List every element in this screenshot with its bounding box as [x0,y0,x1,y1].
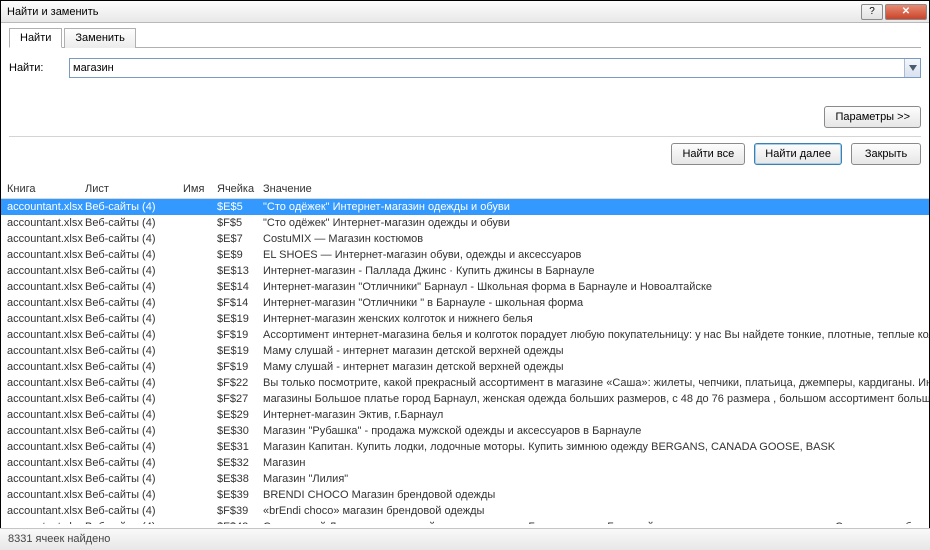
find-combo [69,58,921,78]
find-next-button[interactable]: Найти далее [754,143,842,165]
table-row[interactable]: accountant.xlsxВеб-сайты (4)$E$7CostuMIX… [1,231,929,247]
table-row[interactable]: accountant.xlsxВеб-сайты (4)$F$22Вы толь… [1,375,929,391]
tab-replace[interactable]: Заменить [64,28,135,48]
search-panel: Найти Заменить Найти: Параметры >> Найти… [1,23,929,171]
results-grid[interactable]: accountant.xlsxВеб-сайты (4)$E$5"Сто одё… [1,199,929,524]
table-row[interactable]: accountant.xlsxВеб-сайты (4)$E$14Интерне… [1,279,929,295]
table-row[interactable]: accountant.xlsxВеб-сайты (4)$E$19Интерне… [1,311,929,327]
col-book[interactable]: Книга [7,183,85,195]
help-button[interactable]: ? [861,4,883,20]
table-row[interactable]: accountant.xlsxВеб-сайты (4)$E$5"Сто одё… [1,199,929,215]
table-row[interactable]: accountant.xlsxВеб-сайты (4)$F$14Интерне… [1,295,929,311]
table-row[interactable]: accountant.xlsxВеб-сайты (4)$F$27магазин… [1,391,929,407]
table-row[interactable]: accountant.xlsxВеб-сайты (4)$F$5"Сто одё… [1,215,929,231]
chevron-down-icon [909,65,917,71]
results-header: Книга Лист Имя Ячейка Значение [1,180,929,199]
status-text: 8331 ячеек найдено [8,533,110,545]
find-all-button[interactable]: Найти все [671,143,745,165]
table-row[interactable]: accountant.xlsxВеб-сайты (4)$F$39«brEndi… [1,503,929,519]
table-row[interactable]: accountant.xlsxВеб-сайты (4)$E$9EL SHOES… [1,247,929,263]
col-sheet[interactable]: Лист [85,183,183,195]
table-row[interactable]: accountant.xlsxВеб-сайты (4)$E$29Интерне… [1,407,929,423]
table-row[interactable]: accountant.xlsxВеб-сайты (4)$F$19Ассорти… [1,327,929,343]
tab-strip: Найти Заменить [9,27,921,48]
table-row[interactable]: accountant.xlsxВеб-сайты (4)$F$19Маму сл… [1,359,929,375]
table-row[interactable]: accountant.xlsxВеб-сайты (4)$F$42Спортив… [1,519,929,524]
status-bar: 8331 ячеек найдено [0,528,930,550]
find-label: Найти: [9,62,69,74]
table-row[interactable]: accountant.xlsxВеб-сайты (4)$E$38Магазин… [1,471,929,487]
table-row[interactable]: accountant.xlsxВеб-сайты (4)$E$32Магазин [1,455,929,471]
close-button[interactable]: Закрыть [851,143,921,165]
tab-find[interactable]: Найти [9,28,62,48]
close-window-button[interactable]: ✕ [885,4,927,20]
table-row[interactable]: accountant.xlsxВеб-сайты (4)$E$30Магазин… [1,423,929,439]
table-row[interactable]: accountant.xlsxВеб-сайты (4)$E$19Маму сл… [1,343,929,359]
title-bar: Найти и заменить ? ✕ [1,1,929,23]
options-button[interactable]: Параметры >> [824,106,921,128]
table-row[interactable]: accountant.xlsxВеб-сайты (4)$E$39BRENDI … [1,487,929,503]
col-name[interactable]: Имя [183,183,217,195]
find-history-dropdown[interactable] [904,59,920,77]
table-row[interactable]: accountant.xlsxВеб-сайты (4)$E$31Магазин… [1,439,929,455]
window-title: Найти и заменить [7,6,859,18]
col-cell[interactable]: Ячейка [217,183,263,195]
find-input[interactable] [69,58,921,78]
col-value[interactable]: Значение [263,183,929,195]
results-pane: Книга Лист Имя Ячейка Значение accountan… [1,180,929,524]
table-row[interactable]: accountant.xlsxВеб-сайты (4)$E$13Интерне… [1,263,929,279]
